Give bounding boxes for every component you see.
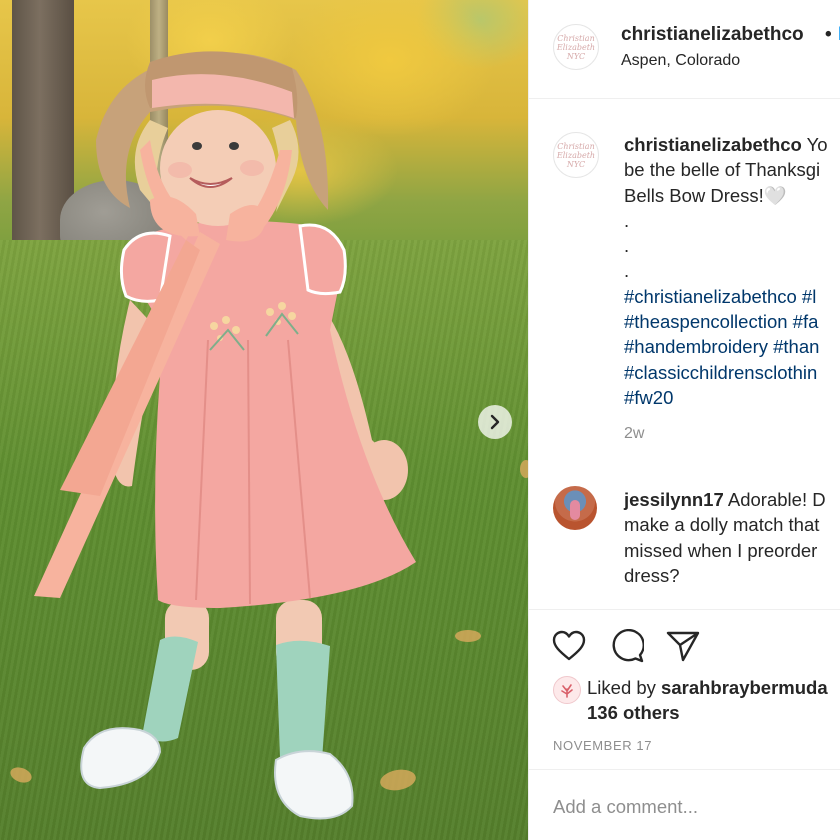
post-date[interactable]: NOVEMBER 17: [553, 738, 652, 753]
liker-username[interactable]: sarahbraybermuda: [661, 677, 828, 698]
caption-dot: .: [624, 235, 630, 257]
comment-icon: [612, 629, 644, 663]
carousel-next-button[interactable]: [478, 405, 512, 439]
heart-icon: [552, 630, 586, 661]
post-header: Christian Elizabeth NYC christianelizabe…: [529, 0, 840, 99]
hashtag-link[interactable]: #christianelizabethco #l: [624, 284, 840, 309]
liked-by-prefix: Liked by: [587, 677, 662, 698]
post-caption: christianelizabethco Yo be the belle of …: [624, 132, 840, 447]
commenter-avatar[interactable]: [553, 486, 597, 530]
comment-text: Adorable! D: [723, 489, 826, 510]
comment-button[interactable]: [609, 628, 645, 664]
post-photo[interactable]: [0, 0, 528, 840]
caption-text: Bells Bow Dress!🤍: [624, 184, 787, 206]
comment-text: dress?: [624, 564, 680, 586]
avatar-figure: [570, 500, 580, 520]
liked-by-text: Liked by sarahbraybermuda: [587, 677, 828, 699]
post-actions-section: Liked by sarahbraybermuda 136 others NOV…: [529, 609, 840, 770]
header-username[interactable]: christianelizabethco: [621, 24, 804, 46]
post-details-panel: Christian Elizabeth NYC christianelizabe…: [528, 0, 840, 840]
add-comment-section: [529, 769, 840, 840]
caption-avatar[interactable]: Christian Elizabeth NYC: [553, 132, 599, 178]
caption-dot: .: [624, 209, 630, 231]
coral-logo-icon: [561, 684, 573, 698]
caption-time-ago[interactable]: 2w: [624, 421, 840, 446]
comment-text: make a dolly match that: [624, 514, 820, 536]
comment-text: missed when I preorder: [624, 539, 818, 561]
share-icon: [666, 631, 700, 662]
caption-username[interactable]: christianelizabethco: [624, 134, 802, 155]
hashtag-link[interactable]: #fw20: [624, 385, 840, 410]
account-avatar[interactable]: Christian Elizabeth NYC: [553, 24, 599, 70]
commenter-username[interactable]: jessilynn17: [624, 489, 724, 510]
caption-text: be the belle of Thanksgi: [624, 159, 821, 181]
separator-dot: •: [825, 24, 832, 45]
share-button[interactable]: [665, 628, 701, 664]
hashtag-link[interactable]: #classicchildrensclothin: [624, 360, 840, 385]
girl-in-pink-dress: [34, 51, 416, 820]
avatar-logo-text: Christian Elizabeth NYC: [556, 33, 596, 61]
like-button[interactable]: [551, 628, 587, 664]
comment-item: jessilynn17 Adorable! D make a dolly mat…: [624, 487, 840, 588]
avatar-logo-text: Christian Elizabeth NYC: [556, 141, 596, 169]
caption-dot: .: [624, 260, 630, 282]
hashtag-link[interactable]: #theaspencollection #fa: [624, 309, 840, 334]
liker-avatar[interactable]: [553, 676, 581, 704]
location-link[interactable]: Aspen, Colorado: [621, 52, 740, 70]
hashtag-link[interactable]: #handembroidery #than: [624, 334, 840, 359]
add-comment-input[interactable]: [553, 796, 823, 818]
likes-summary: Liked by sarahbraybermuda 136 others: [553, 674, 840, 734]
likes-others-link[interactable]: 136 others: [587, 702, 680, 724]
chevron-right-icon: [490, 414, 500, 430]
caption-text: Yo: [801, 134, 828, 155]
